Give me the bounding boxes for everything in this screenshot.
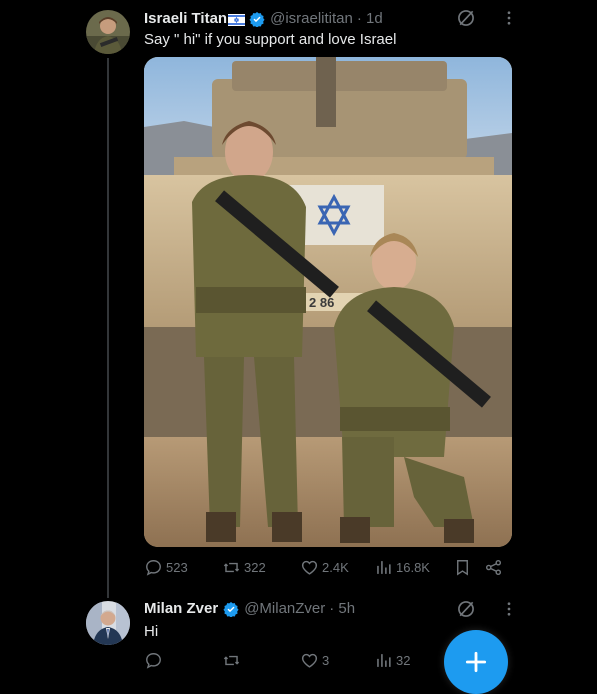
more-icon[interactable]: [500, 9, 518, 27]
views-button[interactable]: 32: [374, 651, 410, 670]
like-button[interactable]: 2.4K: [300, 558, 349, 577]
timestamp[interactable]: · 5h: [329, 600, 355, 617]
views-count: 16.8K: [396, 560, 430, 575]
views-button[interactable]: 16.8K: [374, 558, 430, 577]
verified-badge-icon: [249, 11, 265, 28]
avatar[interactable]: [86, 601, 130, 645]
reply-count: 523: [166, 560, 188, 575]
reply-button[interactable]: 523: [144, 558, 188, 577]
repost-icon: [223, 655, 240, 666]
grok-icon[interactable]: [456, 599, 476, 619]
like-count: 3: [322, 653, 330, 668]
reply-icon: [146, 560, 161, 576]
reply-header-actions: [456, 599, 518, 619]
avatar[interactable]: [86, 10, 130, 54]
timestamp[interactable]: · 1d: [357, 10, 383, 27]
share-button[interactable]: [484, 558, 506, 577]
reply-button[interactable]: [144, 651, 166, 670]
compose-button[interactable]: [444, 630, 508, 694]
handle[interactable]: @MilanZver: [244, 600, 325, 617]
tank-marking: 2 86: [309, 295, 334, 310]
repost-icon: [223, 562, 240, 573]
grok-icon[interactable]: [456, 8, 476, 28]
tweet-header: Israeli Titan @israelititan · 1d: [144, 10, 383, 28]
views-icon: [377, 654, 391, 667]
tweet-header-actions: [456, 8, 518, 28]
reply-text: Hi: [144, 623, 159, 640]
reply-icon: [146, 653, 161, 669]
israel-flag-icon: [228, 13, 246, 26]
views-icon: [377, 561, 391, 574]
like-icon: [301, 560, 318, 575]
thread-line: [107, 58, 109, 598]
reply-header: Milan Zver @MilanZver · 5h: [144, 600, 355, 618]
display-name[interactable]: Milan Zver: [144, 600, 218, 617]
compose-plus-icon: [465, 651, 487, 673]
tweet-media-image[interactable]: 2 86: [144, 57, 512, 547]
like-button[interactable]: 3: [300, 651, 329, 670]
repost-count: 322: [244, 560, 266, 575]
repost-button[interactable]: 322: [222, 558, 266, 577]
bookmark-button[interactable]: [453, 558, 475, 577]
repost-button[interactable]: [222, 651, 244, 670]
display-name[interactable]: Israeli Titan: [144, 10, 227, 27]
handle[interactable]: @israelititan: [270, 10, 353, 27]
share-icon: [485, 559, 502, 576]
like-icon: [301, 653, 318, 668]
verified-badge-icon: [223, 601, 239, 618]
views-count: 32: [396, 653, 411, 668]
more-icon[interactable]: [500, 600, 518, 618]
like-count: 2.4K: [322, 560, 349, 575]
bookmark-icon: [457, 560, 468, 576]
tweet-text: Say " hi" if you support and love Israel: [144, 31, 397, 48]
